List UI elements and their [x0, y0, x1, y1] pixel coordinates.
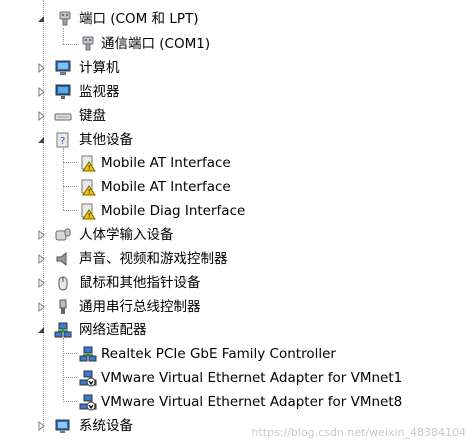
node-label: 鼠标和其他指针设备 [79, 275, 201, 291]
monitor-icon [54, 83, 72, 101]
network-icon [54, 321, 72, 339]
node-label: VMware Virtual Ethernet Adapter for VMne… [101, 394, 403, 410]
mouse-icon [54, 274, 72, 292]
tree-node-mobile-at-1[interactable]: ! Mobile AT Interface [0, 152, 474, 174]
warning-device-icon: ! [79, 154, 97, 172]
collapsed-arrow-icon[interactable] [37, 421, 47, 431]
collapsed-arrow-icon[interactable] [37, 230, 47, 240]
tree-node-hid[interactable]: 人体学输入设备 [0, 224, 474, 246]
disabled-network-adapter-icon [79, 369, 97, 387]
collapsed-arrow-icon[interactable] [37, 278, 47, 288]
tree-node-vmnet1[interactable]: VMware Virtual Ethernet Adapter for VMne… [0, 367, 474, 389]
svg-text:?: ? [60, 136, 65, 147]
warning-device-icon: ! [79, 202, 97, 220]
node-label: Realtek PCIe GbE Family Controller [101, 346, 336, 362]
tree-node-keyboards[interactable]: 键盘 [0, 105, 474, 127]
svg-text:!: ! [88, 164, 91, 172]
tree-node-monitors[interactable]: 监视器 [0, 81, 474, 103]
watermark-text: https://blog.csdn.net/weixin_48384104 [251, 426, 466, 439]
collapsed-arrow-icon[interactable] [37, 302, 47, 312]
tree-node-com1[interactable]: 通信端口 (COM1) [0, 33, 474, 55]
expanded-arrow-icon[interactable] [36, 325, 46, 335]
tree-node-realtek[interactable]: Realtek PCIe GbE Family Controller [0, 343, 474, 365]
node-label: 声音、视频和游戏控制器 [79, 251, 228, 267]
collapsed-arrow-icon[interactable] [37, 63, 47, 73]
disabled-network-adapter-icon [79, 393, 97, 411]
node-label: 通信端口 (COM1) [101, 36, 211, 52]
node-label: Mobile Diag Interface [101, 203, 246, 219]
port-connector-icon [79, 35, 97, 53]
device-tree: 端口 (COM 和 LPT) 通信端口 (COM1) 计算机 监视器 键盘 ? … [0, 0, 474, 443]
node-label: VMware Virtual Ethernet Adapter for VMne… [101, 370, 403, 386]
tree-node-usb[interactable]: 通用串行总线控制器 [0, 296, 474, 318]
collapsed-arrow-icon[interactable] [37, 111, 47, 121]
tree-node-mobile-diag[interactable]: ! Mobile Diag Interface [0, 200, 474, 222]
network-adapter-icon [79, 345, 97, 363]
node-label: 系统设备 [79, 418, 133, 434]
node-label: 人体学输入设备 [79, 227, 174, 243]
tree-node-ports[interactable]: 端口 (COM 和 LPT) [0, 8, 474, 30]
tree-node-other-devices[interactable]: ? 其他设备 [0, 129, 474, 151]
keyboard-icon [54, 107, 72, 125]
system-device-icon [54, 417, 72, 435]
collapsed-arrow-icon[interactable] [37, 254, 47, 264]
svg-text:!: ! [88, 188, 91, 196]
computer-icon [54, 59, 72, 77]
node-label: 网络适配器 [79, 322, 147, 338]
node-label: Mobile AT Interface [101, 179, 231, 195]
warning-device-icon: ! [79, 178, 97, 196]
tree-node-mobile-at-2[interactable]: ! Mobile AT Interface [0, 176, 474, 198]
node-label: 其他设备 [79, 132, 133, 148]
hid-device-icon [54, 226, 72, 244]
tree-node-network-adapters[interactable]: 网络适配器 [0, 319, 474, 341]
svg-text:!: ! [88, 212, 91, 220]
tree-node-computer[interactable]: 计算机 [0, 57, 474, 79]
node-label: 监视器 [79, 84, 120, 100]
speaker-icon [54, 250, 72, 268]
expanded-arrow-icon[interactable] [36, 135, 46, 145]
node-label: 端口 (COM 和 LPT) [79, 11, 199, 27]
collapsed-arrow-icon[interactable] [37, 87, 47, 97]
node-label: 通用串行总线控制器 [79, 299, 201, 315]
node-label: Mobile AT Interface [101, 155, 231, 171]
unknown-device-icon: ? [54, 131, 72, 149]
tree-node-sound[interactable]: 声音、视频和游戏控制器 [0, 248, 474, 270]
node-label: 键盘 [79, 108, 106, 124]
usb-connector-icon [54, 298, 72, 316]
tree-node-mice[interactable]: 鼠标和其他指针设备 [0, 272, 474, 294]
tree-node-vmnet8[interactable]: VMware Virtual Ethernet Adapter for VMne… [0, 391, 474, 413]
expanded-arrow-icon[interactable] [36, 14, 46, 24]
port-connector-icon [56, 10, 74, 28]
node-label: 计算机 [79, 60, 120, 76]
